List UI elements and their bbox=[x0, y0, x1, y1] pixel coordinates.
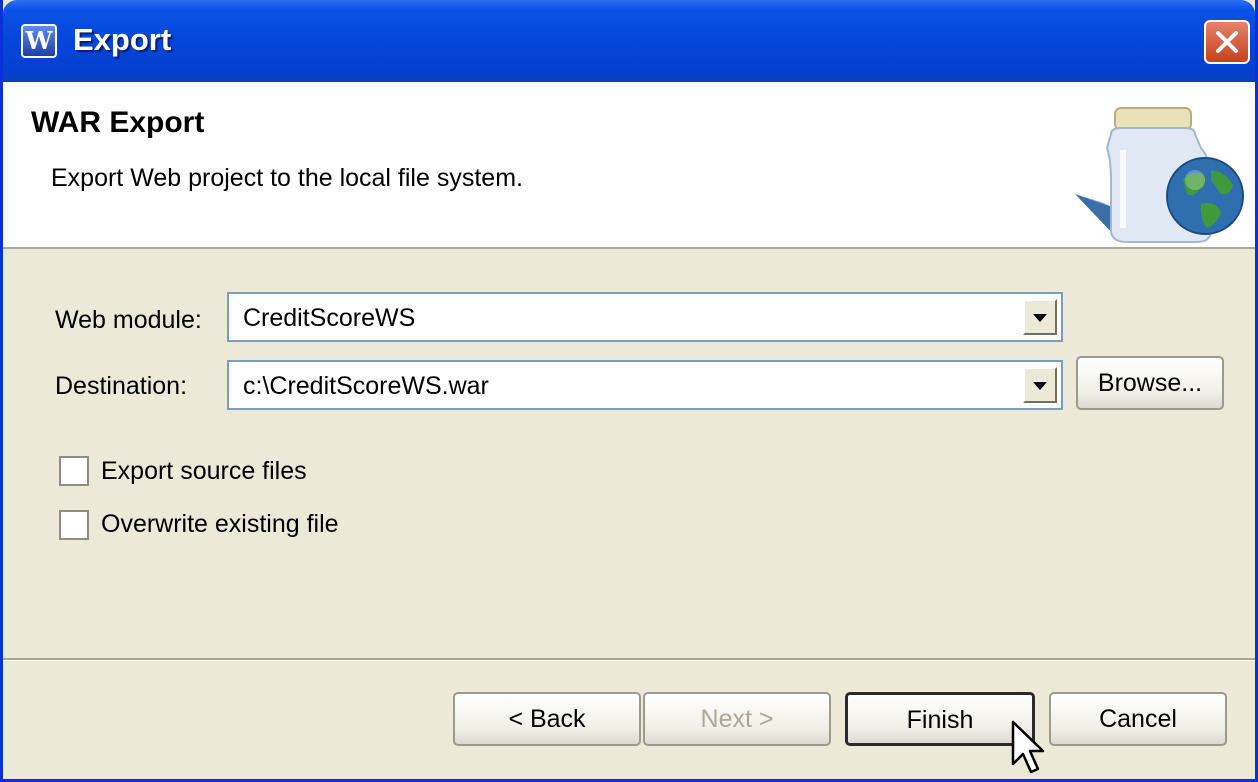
destination-dropdown-button[interactable] bbox=[1023, 367, 1057, 403]
finish-button[interactable]: Finish bbox=[845, 692, 1035, 746]
app-icon: W bbox=[21, 24, 57, 58]
close-icon bbox=[1216, 31, 1238, 53]
cancel-button[interactable]: Cancel bbox=[1049, 692, 1227, 746]
destination-combobox[interactable]: c:\CreditScoreWS.war bbox=[227, 360, 1063, 410]
wizard-banner: WAR Export Export Web project to the loc… bbox=[3, 82, 1255, 249]
web-module-combobox[interactable]: CreditScoreWS bbox=[227, 292, 1063, 342]
close-button[interactable] bbox=[1204, 20, 1250, 64]
destination-value: c:\CreditScoreWS.war bbox=[243, 372, 489, 400]
browse-button[interactable]: Browse... bbox=[1076, 356, 1224, 410]
window-title: Export bbox=[73, 22, 172, 57]
export-dialog: W Export WAR Export Export Web project t… bbox=[0, 0, 1258, 782]
export-source-checkbox[interactable] bbox=[59, 456, 89, 486]
chevron-down-icon bbox=[1033, 314, 1047, 322]
mouse-cursor-icon bbox=[1011, 720, 1045, 774]
web-module-label: Web module: bbox=[55, 306, 202, 334]
chevron-down-icon bbox=[1033, 382, 1047, 390]
footer-separator bbox=[3, 658, 1255, 661]
destination-label: Destination: bbox=[55, 372, 188, 400]
next-button[interactable]: Next > bbox=[643, 692, 831, 746]
overwrite-label[interactable]: Overwrite existing file bbox=[101, 510, 339, 539]
back-button[interactable]: < Back bbox=[453, 692, 641, 746]
export-source-label[interactable]: Export source files bbox=[101, 457, 307, 486]
overwrite-checkbox[interactable] bbox=[59, 510, 89, 540]
jar-globe-icon bbox=[1075, 107, 1244, 243]
page-title: WAR Export bbox=[31, 106, 205, 139]
web-module-dropdown-button[interactable] bbox=[1023, 299, 1057, 335]
web-module-value: CreditScoreWS bbox=[243, 304, 416, 332]
title-bar[interactable]: W Export bbox=[3, 0, 1255, 82]
page-description: Export Web project to the local file sys… bbox=[51, 164, 523, 192]
